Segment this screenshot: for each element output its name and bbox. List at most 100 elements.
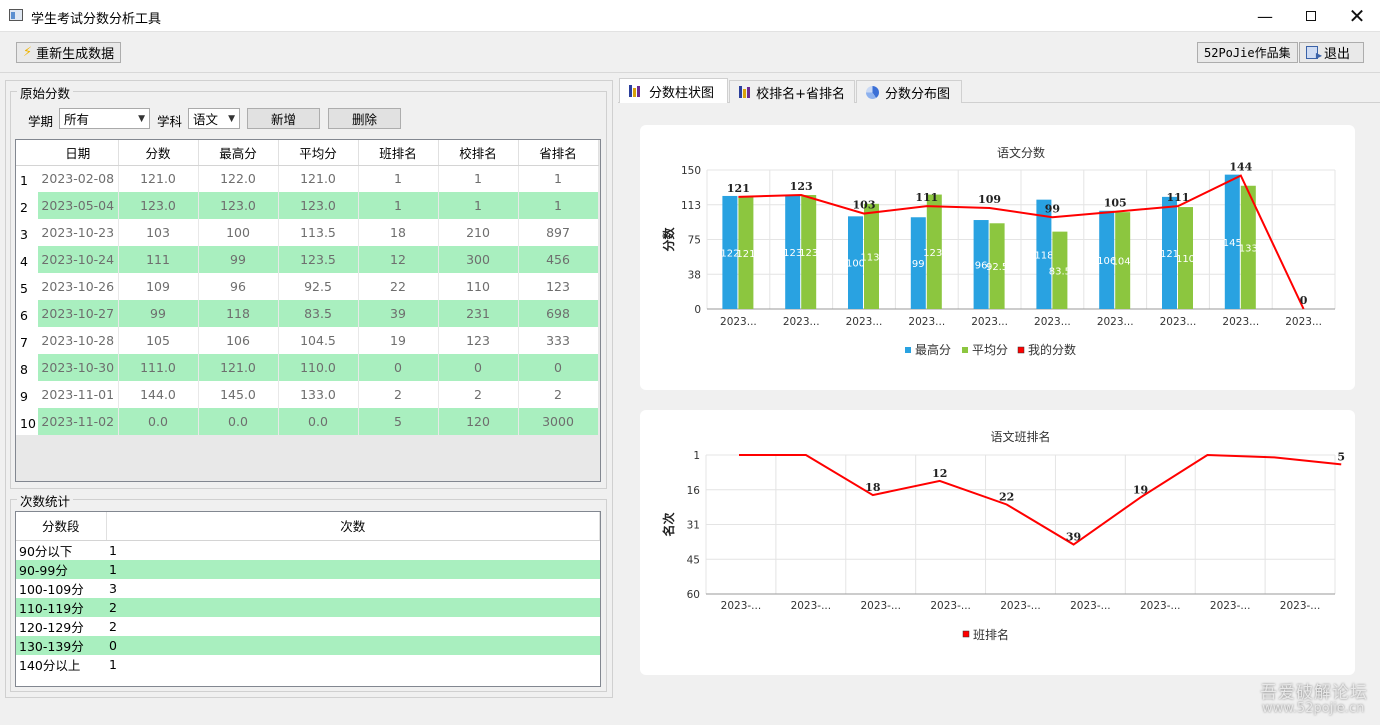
scores-grid[interactable]: 日期 分数 最高分 平均分 班排名 校排名 省排名 1 2023-02-08 121.0 122.… — [15, 139, 601, 482]
table-row[interactable]: 8 2023-10-30 111.0 121.0 110.0 0 0 0 — [16, 354, 599, 381]
table-cell[interactable]: 698 — [518, 300, 599, 327]
table-row[interactable]: 9 2023-11-01 144.0 145.0 133.0 2 2 2 — [16, 381, 599, 408]
add-button[interactable]: 新增 — [247, 108, 320, 129]
row-number[interactable]: 1 — [16, 165, 38, 192]
exit-button[interactable]: ▶ 退出 — [1299, 42, 1364, 63]
table-cell[interactable]: 99 — [118, 300, 199, 327]
table-cell[interactable]: 110.0 — [278, 354, 359, 381]
table-cell[interactable]: 456 — [518, 246, 599, 273]
table-cell[interactable]: 111 — [118, 246, 199, 273]
table-cell[interactable]: 300 — [438, 246, 519, 273]
table-cell[interactable]: 333 — [518, 327, 599, 354]
table-cell[interactable]: 2023-11-01 — [38, 381, 119, 408]
table-cell[interactable]: 0.0 — [118, 408, 199, 435]
table-cell[interactable]: 144.0 — [118, 381, 199, 408]
table-cell[interactable]: 123 — [518, 273, 599, 300]
table-cell[interactable]: 2 — [518, 381, 599, 408]
table-cell[interactable]: 100 — [198, 219, 279, 246]
row-number[interactable]: 5 — [16, 273, 38, 300]
list-item[interactable]: 110-119分 2 — [16, 597, 600, 617]
table-cell[interactable]: 1 — [358, 192, 439, 219]
table-row[interactable]: 7 2023-10-28 105 106 104.5 19 123 333 — [16, 327, 599, 354]
table-cell[interactable]: 121.0 — [198, 354, 279, 381]
count-col-range[interactable]: 分数段 — [16, 512, 107, 541]
table-cell[interactable]: 123.5 — [278, 246, 359, 273]
list-item[interactable]: 90-99分 1 — [16, 559, 600, 579]
table-cell[interactable]: 0 — [518, 354, 599, 381]
table-cell[interactable]: 133.0 — [278, 381, 359, 408]
table-row[interactable]: 3 2023-10-23 103 100 113.5 18 210 897 — [16, 219, 599, 246]
column-header[interactable]: 日期 — [38, 140, 119, 166]
table-cell[interactable]: 113.5 — [278, 219, 359, 246]
table-cell[interactable]: 1 — [518, 165, 599, 192]
table-cell[interactable]: 2023-11-02 — [38, 408, 119, 435]
table-cell[interactable]: 123.0 — [118, 192, 199, 219]
count-stats-grid[interactable]: 分数段 次数 90分以下 1 90-99分 1 100-109分 3 110-119分 2 12… — [15, 511, 601, 687]
table-cell[interactable]: 121.0 — [278, 165, 359, 192]
table-cell[interactable]: 22 — [358, 273, 439, 300]
row-number[interactable]: 4 — [16, 246, 38, 273]
column-header[interactable]: 最高分 — [198, 140, 279, 166]
table-cell[interactable]: 231 — [438, 300, 519, 327]
table-row[interactable]: 4 2023-10-24 111 99 123.5 12 300 456 — [16, 246, 599, 273]
row-number[interactable]: 10 — [16, 408, 38, 435]
list-item[interactable]: 100-109分 3 — [16, 579, 600, 598]
table-cell[interactable]: 1 — [438, 165, 519, 192]
count-cell[interactable]: 0 — [106, 635, 600, 655]
term-select[interactable]: 所有 ▼ — [59, 108, 150, 129]
table-cell[interactable]: 145.0 — [198, 381, 279, 408]
subject-select[interactable]: 语文 ▼ — [188, 108, 240, 129]
table-cell[interactable]: 210 — [438, 219, 519, 246]
score-range-cell[interactable]: 140分以上 — [16, 655, 106, 674]
row-number[interactable]: 2 — [16, 192, 38, 219]
table-cell[interactable]: 120 — [438, 408, 519, 435]
table-cell[interactable]: 39 — [358, 300, 439, 327]
table-cell[interactable]: 83.5 — [278, 300, 359, 327]
minimize-button[interactable]: — — [1242, 0, 1288, 32]
table-cell[interactable]: 123.0 — [278, 192, 359, 219]
score-range-cell[interactable]: 120-129分 — [16, 617, 106, 636]
column-header[interactable]: 分数 — [118, 140, 199, 166]
table-cell[interactable]: 0.0 — [278, 408, 359, 435]
score-range-cell[interactable]: 90分以下 — [16, 540, 106, 560]
table-cell[interactable]: 2023-10-27 — [38, 300, 119, 327]
table-cell[interactable]: 122.0 — [198, 165, 279, 192]
table-cell[interactable]: 110 — [438, 273, 519, 300]
table-cell[interactable]: 99 — [198, 246, 279, 273]
regenerate-data-button[interactable]: ⚡ 重新生成数据 — [16, 42, 122, 63]
table-cell[interactable]: 96 — [198, 273, 279, 300]
list-item[interactable]: 90分以下 1 — [16, 540, 600, 560]
table-cell[interactable]: 2023-10-26 — [38, 273, 119, 300]
list-item[interactable]: 120-129分 2 — [16, 617, 600, 636]
close-button[interactable]: ✕ — [1334, 0, 1380, 32]
column-header[interactable]: 平均分 — [278, 140, 359, 166]
table-cell[interactable]: 2 — [358, 381, 439, 408]
table-cell[interactable]: 104.5 — [278, 327, 359, 354]
score-range-cell[interactable]: 90-99分 — [16, 559, 106, 579]
table-cell[interactable]: 2023-10-30 — [38, 354, 119, 381]
table-cell[interactable]: 106 — [198, 327, 279, 354]
table-cell[interactable]: 5 — [358, 408, 439, 435]
count-cell[interactable]: 1 — [106, 559, 600, 579]
tab-school-province-rank[interactable]: 校排名+省排名 — [729, 80, 855, 103]
table-cell[interactable]: 109 — [118, 273, 199, 300]
row-number[interactable]: 7 — [16, 327, 38, 354]
table-row[interactable]: 10 2023-11-02 0.0 0.0 0.0 5 120 3000 — [16, 408, 599, 435]
table-cell[interactable]: 123 — [438, 327, 519, 354]
count-col-times[interactable]: 次数 — [106, 512, 600, 541]
table-cell[interactable]: 3000 — [518, 408, 599, 435]
table-cell[interactable]: 2023-02-08 — [38, 165, 119, 192]
table-cell[interactable]: 2023-10-28 — [38, 327, 119, 354]
table-cell[interactable]: 123.0 — [198, 192, 279, 219]
table-cell[interactable]: 12 — [358, 246, 439, 273]
table-cell[interactable]: 2 — [438, 381, 519, 408]
count-cell[interactable]: 1 — [106, 540, 600, 560]
table-cell[interactable]: 103 — [118, 219, 199, 246]
table-cell[interactable]: 1 — [358, 165, 439, 192]
table-cell[interactable]: 0.0 — [198, 408, 279, 435]
table-cell[interactable]: 118 — [198, 300, 279, 327]
count-cell[interactable]: 3 — [106, 579, 600, 598]
delete-button[interactable]: 删除 — [328, 108, 401, 129]
row-number[interactable]: 6 — [16, 300, 38, 327]
column-header[interactable]: 校排名 — [438, 140, 519, 166]
